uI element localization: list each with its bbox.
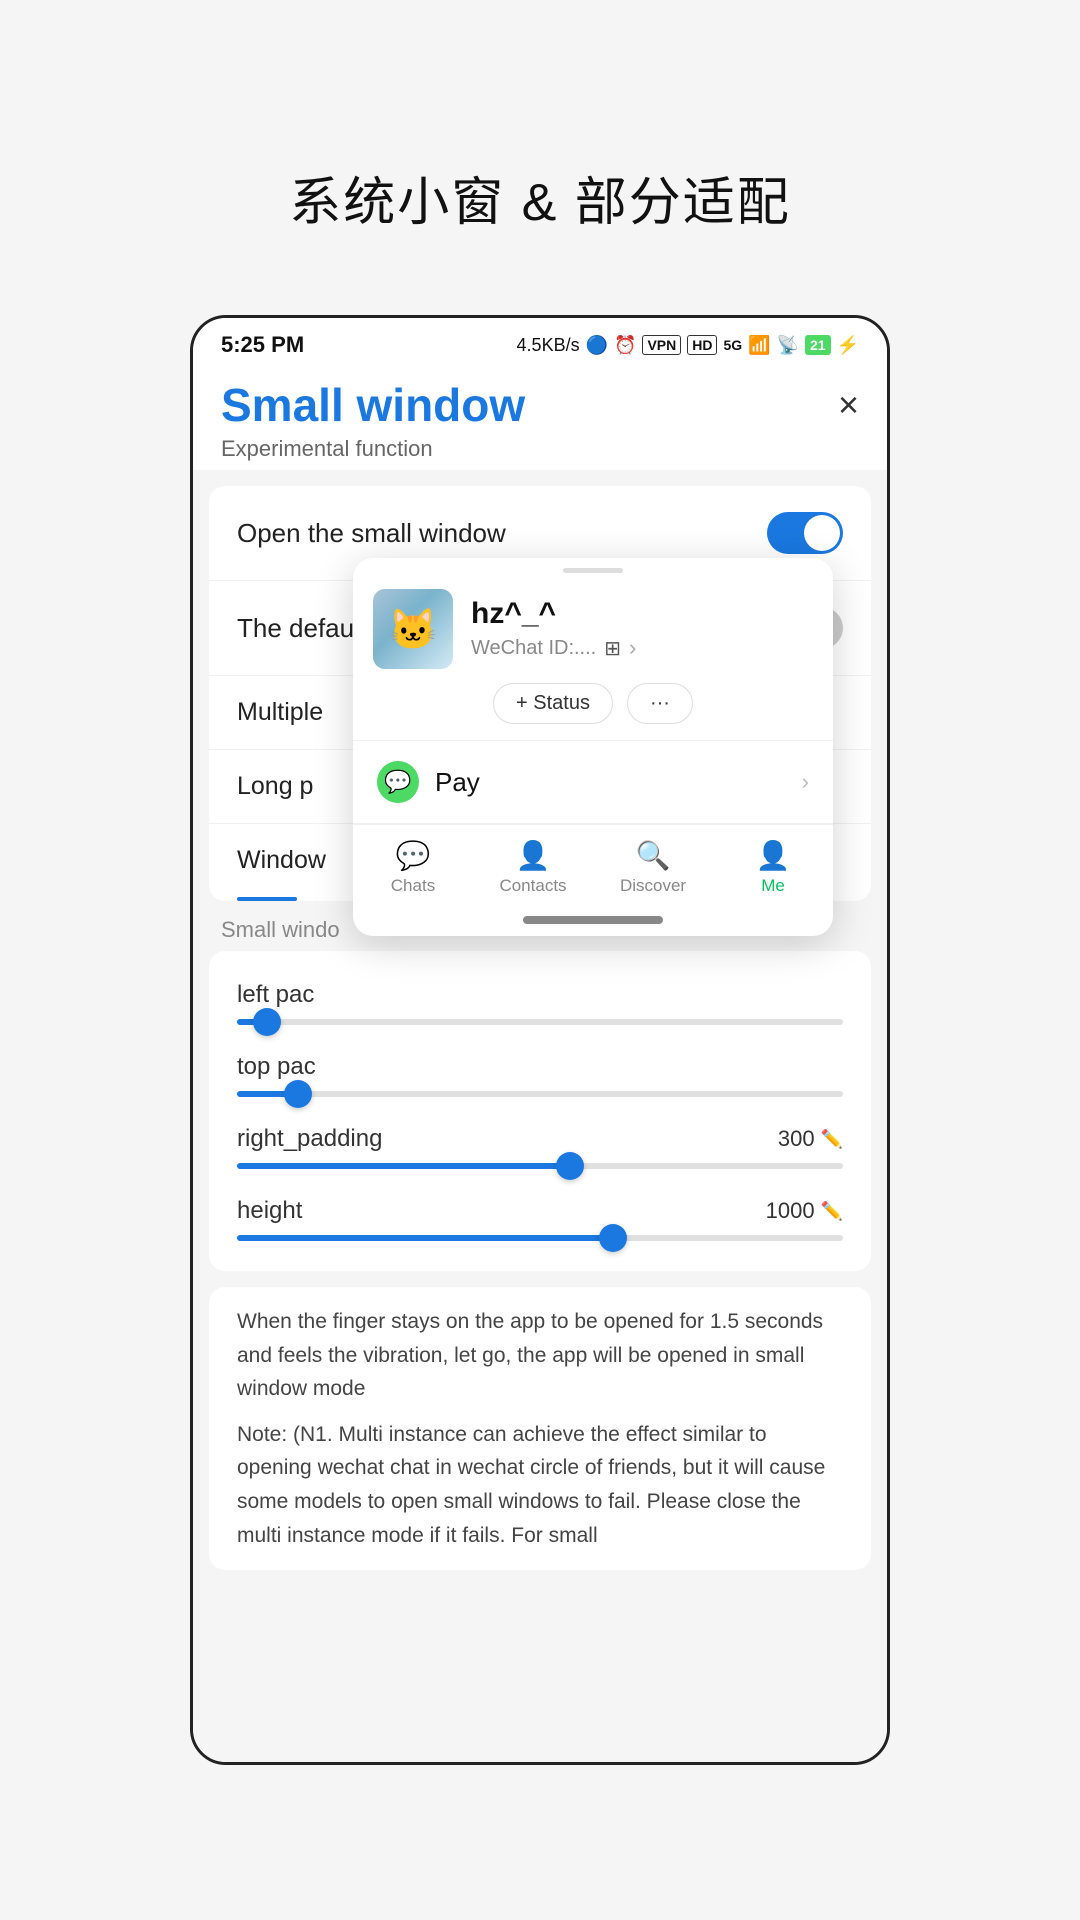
- profile-name: hz^_^: [471, 597, 813, 631]
- pay-label: Pay: [435, 767, 480, 798]
- pay-row[interactable]: 💬 Pay ›: [353, 741, 833, 823]
- contacts-label: Contacts: [499, 876, 566, 896]
- right-padding-slider-row: right_padding 300 ✏️: [237, 1111, 843, 1183]
- me-icon: 👤: [756, 839, 791, 872]
- height-fill: [237, 1235, 613, 1241]
- top-padding-track[interactable]: [237, 1091, 843, 1097]
- right-padding-thumb[interactable]: [556, 1152, 584, 1180]
- height-value: 1000: [766, 1198, 815, 1224]
- height-thumb[interactable]: [599, 1224, 627, 1252]
- right-padding-track[interactable]: [237, 1163, 843, 1169]
- nav-item-contacts[interactable]: 👤 Contacts: [473, 825, 593, 906]
- action-row: + Status ···: [493, 683, 693, 724]
- pay-icon: 💬: [377, 761, 419, 803]
- multiple-label: Multiple: [237, 698, 323, 727]
- height-edit-icon[interactable]: ✏️: [821, 1201, 843, 1222]
- toggle-thumb-on: [804, 515, 840, 551]
- chats-label: Chats: [391, 876, 435, 896]
- nav-item-chats[interactable]: 💬 Chats: [353, 825, 473, 906]
- pay-chevron-icon: ›: [802, 769, 809, 795]
- 5g-icon: 5G: [723, 337, 742, 353]
- top-padding-slider-row: top pac: [237, 1039, 843, 1111]
- height-track[interactable]: [237, 1235, 843, 1241]
- top-padding-label: top pac: [237, 1053, 316, 1081]
- panel-header: Small window × Experimental function: [193, 368, 887, 470]
- discover-icon: 🔍: [636, 839, 671, 872]
- status-bar: 5:25 PM 4.5KB/s 🔵 ⏰ VPN HD 5G 📶 📡 21 ⚡: [193, 318, 887, 368]
- wechat-bottom-nav: 💬 Chats 👤 Contacts 🔍 Discover 👤 Me: [353, 824, 833, 906]
- home-indicator: [523, 916, 663, 924]
- profile-info: hz^_^ WeChat ID:.... ⊞ ›: [471, 597, 813, 661]
- top-padding-thumb[interactable]: [284, 1080, 312, 1108]
- wechat-overlay: 🐱 hz^_^ WeChat ID:.... ⊞ › + Status ···: [353, 558, 833, 936]
- status-time: 5:25 PM: [221, 332, 304, 358]
- height-label: height: [237, 1197, 302, 1225]
- panel-subtitle: Experimental function: [221, 436, 859, 462]
- description-note: Note: (N1. Multi instance can achieve th…: [237, 1423, 825, 1547]
- bluetooth-icon: 🔵: [586, 335, 608, 356]
- status-icons: 4.5KB/s 🔵 ⏰ VPN HD 5G 📶 📡 21 ⚡: [517, 335, 859, 356]
- avatar: 🐱: [373, 589, 453, 669]
- sliders-card: left pac top pac right: [209, 951, 871, 1271]
- right-padding-edit-icon[interactable]: ✏️: [821, 1129, 843, 1150]
- long-press-label: Long p: [237, 772, 313, 801]
- wifi-icon: 📡: [777, 335, 799, 356]
- qr-icon[interactable]: ⊞: [604, 636, 621, 661]
- open-small-window-label: Open the small window: [237, 518, 506, 549]
- window-label: Window: [237, 846, 326, 875]
- chevron-right-icon: ›: [629, 635, 636, 661]
- left-padding-label: left pac: [237, 981, 314, 1009]
- signal-icon: 📶: [748, 335, 770, 356]
- battery-icon: 21: [805, 335, 831, 355]
- chats-icon: 💬: [396, 839, 431, 872]
- status-button[interactable]: + Status: [493, 683, 613, 724]
- panel-title: Small window: [221, 378, 525, 432]
- more-button[interactable]: ···: [627, 683, 693, 724]
- nav-item-me[interactable]: 👤 Me: [713, 825, 833, 906]
- right-padding-label: right_padding: [237, 1125, 382, 1153]
- nav-item-discover[interactable]: 🔍 Discover: [593, 825, 713, 906]
- charging-icon: ⚡: [837, 335, 859, 356]
- left-padding-thumb[interactable]: [253, 1008, 281, 1036]
- phone-frame: 5:25 PM 4.5KB/s 🔵 ⏰ VPN HD 5G 📶 📡 21 ⚡ S…: [190, 315, 890, 1765]
- left-padding-track[interactable]: [237, 1019, 843, 1025]
- status-speed: 4.5KB/s: [517, 335, 580, 356]
- height-slider-row: height 1000 ✏️: [237, 1183, 843, 1255]
- pay-left: 💬 Pay: [377, 761, 480, 803]
- pay-icon-inner: 💬: [384, 769, 411, 795]
- right-padding-fill: [237, 1163, 570, 1169]
- drag-handle-bar: [563, 568, 623, 573]
- me-label: Me: [761, 876, 785, 896]
- alarm-icon: ⏰: [614, 335, 636, 356]
- right-padding-value: 300: [778, 1126, 815, 1152]
- open-small-window-toggle[interactable]: [767, 512, 843, 554]
- profile-id-label: WeChat ID:....: [471, 637, 596, 660]
- left-padding-slider-row: left pac: [237, 967, 843, 1039]
- profile-section: 🐱 hz^_^ WeChat ID:.... ⊞ › + Status ···: [353, 579, 833, 740]
- close-button[interactable]: ×: [838, 387, 859, 423]
- description-main: When the finger stays on the app to be o…: [237, 1310, 823, 1400]
- description-text: When the finger stays on the app to be o…: [209, 1287, 871, 1570]
- page-title: 系统小窗 & 部分适配: [289, 160, 791, 235]
- contacts-icon: 👤: [516, 839, 551, 872]
- drag-handle[interactable]: [353, 558, 833, 579]
- discover-label: Discover: [620, 876, 686, 896]
- hd-badge: HD: [687, 335, 717, 355]
- avatar-image: 🐱: [373, 589, 453, 669]
- vpn-badge: VPN: [642, 335, 681, 355]
